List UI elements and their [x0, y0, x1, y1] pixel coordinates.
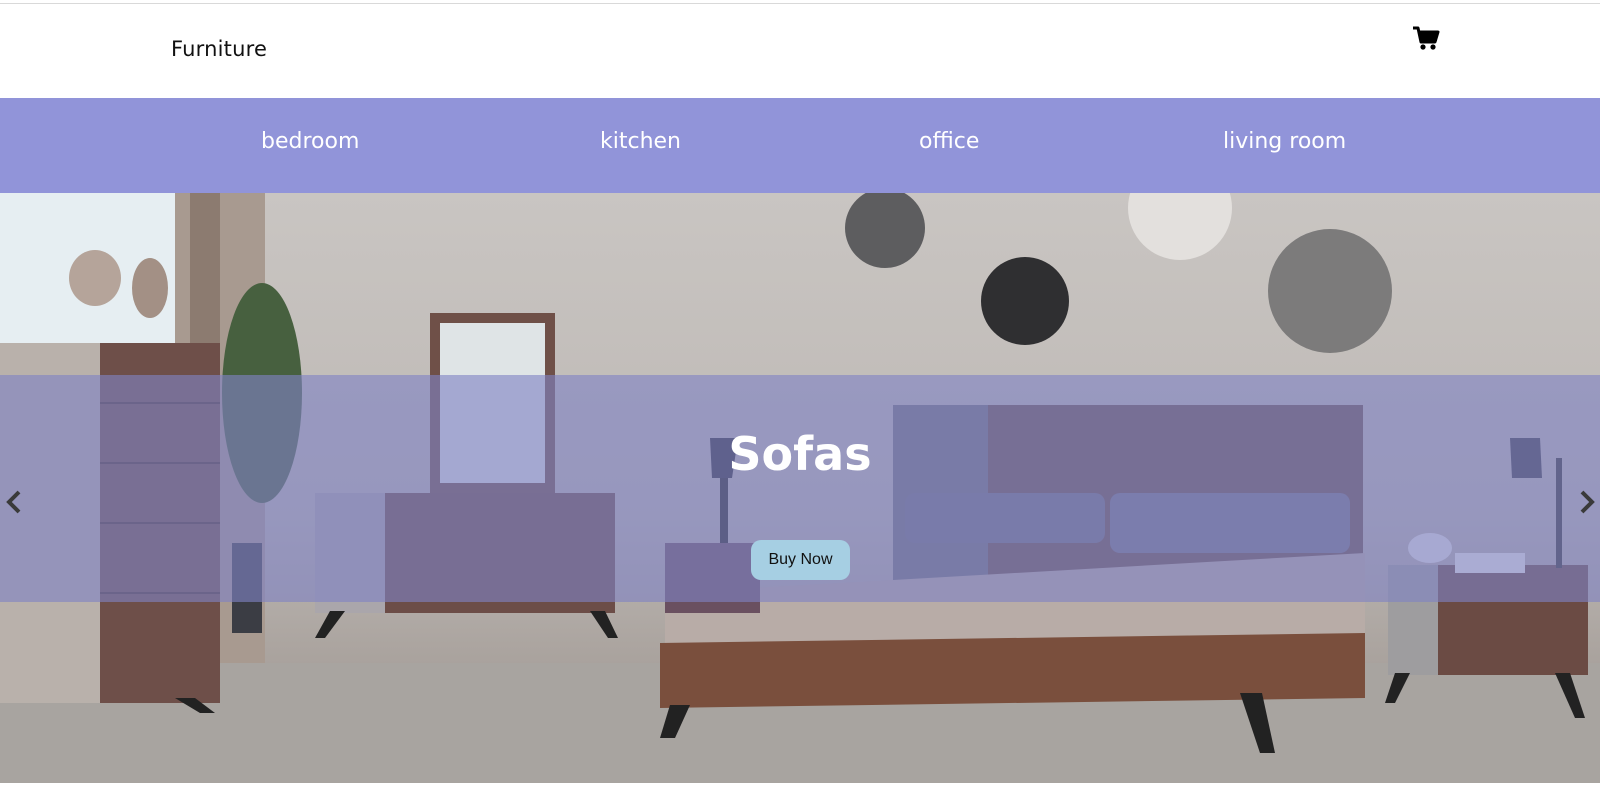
- nav-item-living-room[interactable]: living room: [1223, 129, 1346, 154]
- hero-carousel: Sofas Buy Now: [0, 193, 1600, 783]
- brand-logo[interactable]: Furniture: [171, 37, 267, 61]
- nav-item-kitchen[interactable]: kitchen: [600, 129, 681, 154]
- top-divider: [0, 3, 1600, 4]
- buy-now-button[interactable]: Buy Now: [751, 540, 850, 580]
- hero-title: Sofas: [728, 427, 872, 481]
- category-nav: bedroom kitchen office living room: [0, 98, 1600, 193]
- nav-item-office[interactable]: office: [919, 129, 979, 154]
- nav-item-bedroom[interactable]: bedroom: [261, 129, 359, 154]
- chevron-left-icon[interactable]: [4, 488, 24, 516]
- chevron-right-icon[interactable]: [1577, 488, 1597, 516]
- shopping-cart-icon[interactable]: [1412, 26, 1440, 52]
